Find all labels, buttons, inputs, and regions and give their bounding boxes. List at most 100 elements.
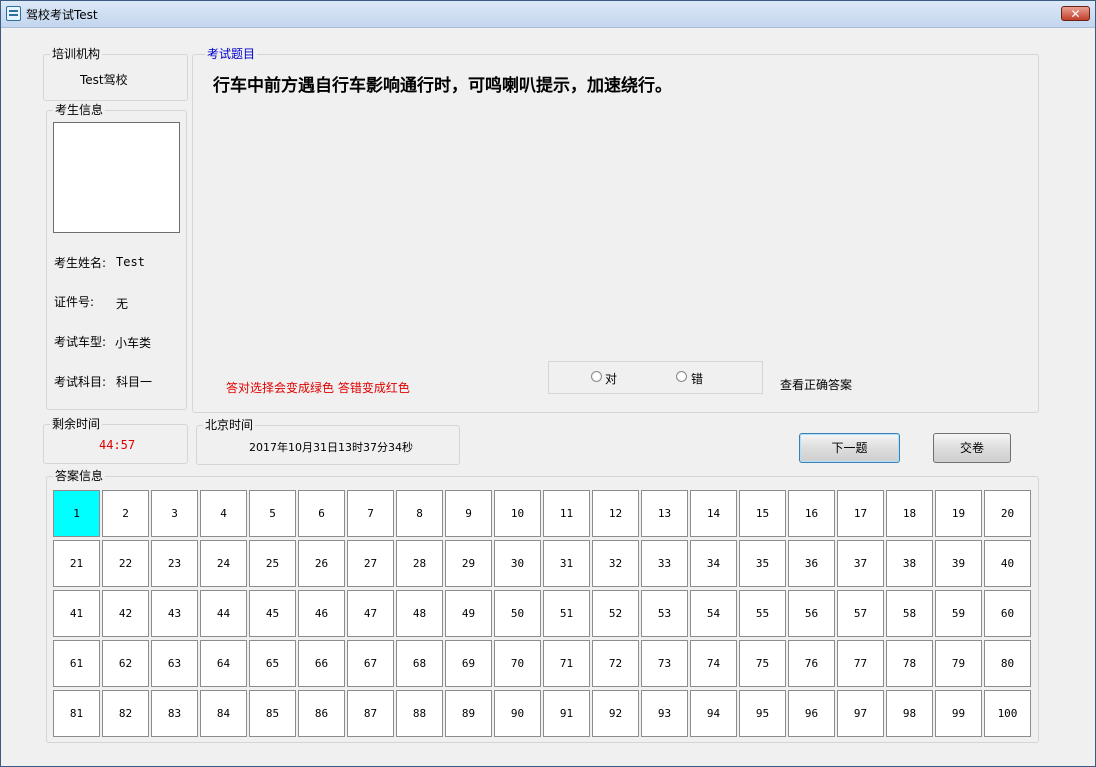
answer-cell-7[interactable]: 7 <box>347 490 394 537</box>
answer-cell-15[interactable]: 15 <box>739 490 786 537</box>
answer-cell-43[interactable]: 43 <box>151 590 198 637</box>
answer-cell-95[interactable]: 95 <box>739 690 786 737</box>
answer-cell-94[interactable]: 94 <box>690 690 737 737</box>
answer-cell-19[interactable]: 19 <box>935 490 982 537</box>
radio-false-label[interactable]: 错 <box>691 370 703 387</box>
answer-cell-18[interactable]: 18 <box>886 490 933 537</box>
answer-cell-38[interactable]: 38 <box>886 540 933 587</box>
answer-cell-37[interactable]: 37 <box>837 540 884 587</box>
answer-cell-69[interactable]: 69 <box>445 640 492 687</box>
answer-cell-55[interactable]: 55 <box>739 590 786 637</box>
answer-cell-1[interactable]: 1 <box>53 490 100 537</box>
answer-cell-63[interactable]: 63 <box>151 640 198 687</box>
answer-cell-41[interactable]: 41 <box>53 590 100 637</box>
answer-cell-72[interactable]: 72 <box>592 640 639 687</box>
answer-cell-29[interactable]: 29 <box>445 540 492 587</box>
answer-cell-77[interactable]: 77 <box>837 640 884 687</box>
answer-cell-21[interactable]: 21 <box>53 540 100 587</box>
answer-cell-89[interactable]: 89 <box>445 690 492 737</box>
answer-cell-90[interactable]: 90 <box>494 690 541 737</box>
answer-cell-9[interactable]: 9 <box>445 490 492 537</box>
answer-cell-57[interactable]: 57 <box>837 590 884 637</box>
answer-cell-68[interactable]: 68 <box>396 640 443 687</box>
answer-cell-64[interactable]: 64 <box>200 640 247 687</box>
answer-cell-47[interactable]: 47 <box>347 590 394 637</box>
answer-cell-24[interactable]: 24 <box>200 540 247 587</box>
answer-cell-11[interactable]: 11 <box>543 490 590 537</box>
answer-cell-10[interactable]: 10 <box>494 490 541 537</box>
radio-false[interactable] <box>676 371 687 382</box>
answer-cell-88[interactable]: 88 <box>396 690 443 737</box>
radio-true-label[interactable]: 对 <box>605 370 617 387</box>
answer-cell-36[interactable]: 36 <box>788 540 835 587</box>
answer-cell-16[interactable]: 16 <box>788 490 835 537</box>
answer-cell-80[interactable]: 80 <box>984 640 1031 687</box>
answer-cell-82[interactable]: 82 <box>102 690 149 737</box>
answer-cell-79[interactable]: 79 <box>935 640 982 687</box>
submit-exam-button[interactable]: 交卷 <box>933 433 1011 463</box>
answer-cell-61[interactable]: 61 <box>53 640 100 687</box>
answer-cell-85[interactable]: 85 <box>249 690 296 737</box>
answer-cell-49[interactable]: 49 <box>445 590 492 637</box>
answer-cell-100[interactable]: 100 <box>984 690 1031 737</box>
answer-cell-13[interactable]: 13 <box>641 490 688 537</box>
answer-cell-8[interactable]: 8 <box>396 490 443 537</box>
answer-cell-98[interactable]: 98 <box>886 690 933 737</box>
answer-cell-33[interactable]: 33 <box>641 540 688 587</box>
answer-cell-84[interactable]: 84 <box>200 690 247 737</box>
close-button[interactable]: ✕ <box>1061 6 1090 21</box>
answer-cell-71[interactable]: 71 <box>543 640 590 687</box>
answer-cell-70[interactable]: 70 <box>494 640 541 687</box>
answer-cell-59[interactable]: 59 <box>935 590 982 637</box>
answer-cell-60[interactable]: 60 <box>984 590 1031 637</box>
answer-cell-23[interactable]: 23 <box>151 540 198 587</box>
answer-cell-76[interactable]: 76 <box>788 640 835 687</box>
answer-cell-25[interactable]: 25 <box>249 540 296 587</box>
answer-cell-26[interactable]: 26 <box>298 540 345 587</box>
answer-cell-93[interactable]: 93 <box>641 690 688 737</box>
answer-cell-53[interactable]: 53 <box>641 590 688 637</box>
answer-cell-27[interactable]: 27 <box>347 540 394 587</box>
answer-cell-30[interactable]: 30 <box>494 540 541 587</box>
answer-cell-14[interactable]: 14 <box>690 490 737 537</box>
next-question-button[interactable]: 下一题 <box>799 433 900 463</box>
answer-cell-31[interactable]: 31 <box>543 540 590 587</box>
answer-cell-5[interactable]: 5 <box>249 490 296 537</box>
answer-cell-48[interactable]: 48 <box>396 590 443 637</box>
answer-cell-78[interactable]: 78 <box>886 640 933 687</box>
answer-cell-56[interactable]: 56 <box>788 590 835 637</box>
answer-cell-4[interactable]: 4 <box>200 490 247 537</box>
answer-cell-46[interactable]: 46 <box>298 590 345 637</box>
answer-cell-87[interactable]: 87 <box>347 690 394 737</box>
answer-cell-73[interactable]: 73 <box>641 640 688 687</box>
answer-cell-22[interactable]: 22 <box>102 540 149 587</box>
answer-cell-74[interactable]: 74 <box>690 640 737 687</box>
answer-cell-97[interactable]: 97 <box>837 690 884 737</box>
radio-true[interactable] <box>591 371 602 382</box>
title-bar[interactable]: 驾校考试Test ✕ <box>1 1 1095 28</box>
answer-cell-54[interactable]: 54 <box>690 590 737 637</box>
answer-cell-66[interactable]: 66 <box>298 640 345 687</box>
answer-cell-91[interactable]: 91 <box>543 690 590 737</box>
answer-cell-17[interactable]: 17 <box>837 490 884 537</box>
answer-cell-52[interactable]: 52 <box>592 590 639 637</box>
answer-cell-12[interactable]: 12 <box>592 490 639 537</box>
answer-cell-34[interactable]: 34 <box>690 540 737 587</box>
answer-cell-62[interactable]: 62 <box>102 640 149 687</box>
answer-cell-39[interactable]: 39 <box>935 540 982 587</box>
answer-cell-28[interactable]: 28 <box>396 540 443 587</box>
answer-cell-40[interactable]: 40 <box>984 540 1031 587</box>
answer-cell-99[interactable]: 99 <box>935 690 982 737</box>
answer-cell-75[interactable]: 75 <box>739 640 786 687</box>
answer-cell-83[interactable]: 83 <box>151 690 198 737</box>
answer-cell-96[interactable]: 96 <box>788 690 835 737</box>
view-answer-link[interactable]: 查看正确答案 <box>780 376 852 393</box>
answer-cell-20[interactable]: 20 <box>984 490 1031 537</box>
answer-cell-42[interactable]: 42 <box>102 590 149 637</box>
answer-cell-2[interactable]: 2 <box>102 490 149 537</box>
answer-cell-67[interactable]: 67 <box>347 640 394 687</box>
answer-cell-50[interactable]: 50 <box>494 590 541 637</box>
answer-cell-6[interactable]: 6 <box>298 490 345 537</box>
answer-cell-86[interactable]: 86 <box>298 690 345 737</box>
answer-cell-81[interactable]: 81 <box>53 690 100 737</box>
